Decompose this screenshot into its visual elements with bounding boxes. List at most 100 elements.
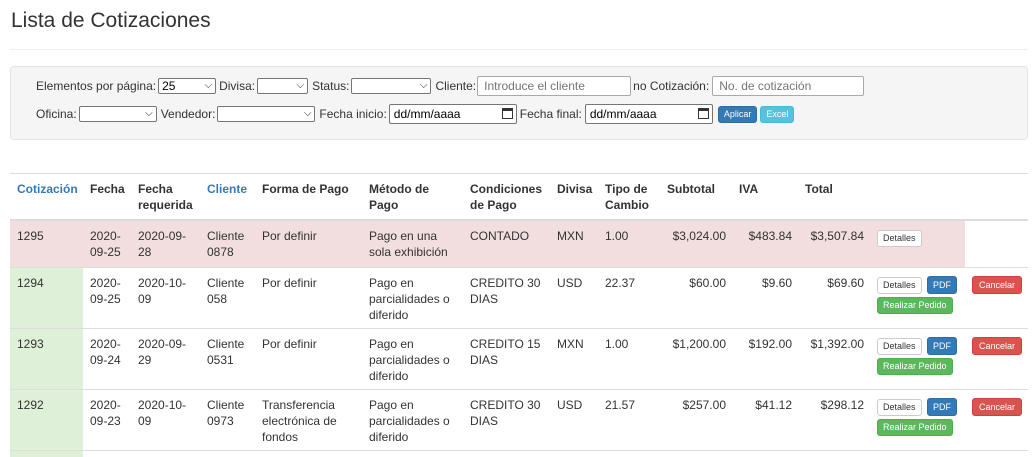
cell-forma-pago: Por definir [262,229,317,243]
no-cotizacion-input[interactable] [712,76,865,96]
header-condiciones: Condiciones de Pago [470,182,543,212]
chevron-down-icon: ⌵ [419,80,428,91]
excel-button[interactable]: Excel [760,105,795,123]
aplicar-button[interactable]: Aplicar [717,105,758,123]
cell-fecha-requerida: 2020-10- 09 [138,276,187,306]
header-cotizacion[interactable]: Cotización [17,181,78,197]
cliente-label: Cliente: [435,79,477,93]
header-fecha-requerida: Fecha requerida [138,182,193,212]
header-total: Total [805,182,833,196]
table-header: Cotización Fecha Fecha requerida Cliente… [10,173,1028,221]
table-row: 1293 2020- 09-24 2020-09- 29 Cliente 0531 P… [10,329,1028,390]
no-cotizacion-label: no Cotización: [633,79,710,93]
cell-fecha: 2020- 09-24 [90,337,121,367]
cell-cliente: Cliente 0878 [207,229,245,259]
cell-divisa: USD [557,276,583,290]
detalles-button[interactable]: Detalles [877,230,922,247]
realizar-pedido-button[interactable]: Realizar Pedido [877,358,953,375]
cell-fecha-requerida: 2020-10- 09 [138,398,187,428]
cell-cotizacion: 1292 [17,398,44,412]
pdf-button[interactable]: PDF [927,337,957,355]
filter-row-1: Elementos por página: 25 ⌵ Divisa: ⌵ Sta… [36,76,865,96]
fecha-final-label: Fecha final: [519,107,582,121]
cell-cotizacion: 1294 [17,276,44,290]
cell-tipo-cambio: 21.57 [605,398,636,412]
per-page-select[interactable]: 25 ⌵ [158,78,217,94]
chevron-down-icon: ⌵ [303,108,312,119]
cell-forma-pago: Por definir [262,337,317,351]
cell-fecha: 2020- 09-23 [90,398,121,428]
chevron-down-icon: ⌵ [145,108,153,119]
cell-fecha-requerida: 2020-09- 29 [138,337,187,367]
calendar-icon[interactable] [697,108,709,119]
realizar-pedido-button[interactable]: Realizar Pedido [877,419,953,436]
detalles-button[interactable]: Detalles [877,399,922,416]
detalles-button[interactable]: Detalles [877,277,922,294]
cell-forma-pago: Por definir [262,276,317,290]
cell-iva: $41.12 [755,398,792,412]
header-metodo-pago: Método de Pago [369,182,429,212]
cell-total: $3,507.84 [810,229,864,243]
cell-subtotal: $60.00 [689,276,726,290]
divisa-select[interactable]: ⌵ [257,78,309,94]
header-iva: IVA [739,182,759,196]
status-label: Status: [312,79,350,93]
cell-condiciones: CREDITO 30 DIAS [470,276,541,306]
cell-subtotal: $1,200.00 [672,337,726,351]
cell-divisa: MXN [557,337,584,351]
header-forma-pago: Forma de Pago [262,182,349,196]
fecha-inicio-input[interactable]: dd/mm/aaaa [388,104,517,124]
chevron-down-icon: ⌵ [204,80,213,91]
fecha-inicio-label: Fecha inicio: [319,107,387,121]
cell-metodo-pago: Pago en parcialidades o diferido [369,398,450,444]
header-fecha: Fecha [90,182,125,196]
cell-subtotal: $257.00 [682,398,726,412]
vendedor-select[interactable]: ⌵ [217,106,316,122]
cell-metodo-pago: Pago en parcialidades o diferido [369,337,450,383]
header-subtotal: Subtotal [667,182,715,196]
pdf-button[interactable]: PDF [927,276,957,294]
cell-cotizacion: 1293 [17,337,44,351]
divisa-label: Divisa: [219,79,256,93]
fecha-final-input[interactable]: dd/mm/aaaa [584,104,713,124]
cell-tipo-cambio: 22.37 [605,276,636,290]
per-page-label: Elementos por página: [36,79,157,93]
filter-row-2: Oficina: ⌵ Vendedor: ⌵ Fecha inicio: dd/… [36,104,795,124]
cell-cliente: Cliente 0973 [207,398,245,428]
cell-iva: $192.00 [748,337,792,351]
cell-metodo-pago: Pago en una sola exhibición [369,229,448,259]
cell-condiciones: CREDITO 30 DIAS [470,398,541,428]
table-row: 1294 2020- 09-25 2020-10- 09 Cliente 058 Po… [10,268,1028,329]
cell-condiciones: CONTADO [470,229,530,243]
pdf-button[interactable]: PDF [927,398,957,416]
cliente-input[interactable] [477,76,632,96]
cell-tipo-cambio: 1.00 [605,229,629,243]
cell-forma-pago: Transferencia electrónica de fondos [262,398,337,444]
row-status-highlight [10,451,83,457]
page-title: Lista de Cotizaciones [11,9,211,32]
cell-total: $69.60 [827,276,864,290]
oficina-label: Oficina: [36,107,77,121]
cell-tipo-cambio: 1.00 [605,337,629,351]
oficina-select[interactable]: ⌵ [78,106,157,122]
cell-cotizacion: 1295 [17,229,44,243]
header-cliente[interactable]: Cliente [207,181,247,197]
table-row: 1295 2020- 09-25 2020-09- 28 Cliente 0878 P… [10,221,1028,268]
cell-metodo-pago: Pago en parcialidades o diferido [369,276,450,322]
header-tipo-cambio: Tipo de Cambio [605,182,650,212]
cell-subtotal: $3,024.00 [672,229,726,243]
realizar-pedido-button[interactable]: Realizar Pedido [877,297,953,314]
filter-panel: Elementos por página: 25 ⌵ Divisa: ⌵ Sta… [10,66,1028,140]
cell-divisa: MXN [557,229,584,243]
detalles-button[interactable]: Detalles [877,338,922,355]
cell-total: $1,392.00 [810,337,864,351]
cancelar-button[interactable]: Cancelar [972,337,1022,355]
cancelar-button[interactable]: Cancelar [972,276,1022,294]
cell-cliente: Cliente 0531 [207,337,245,367]
calendar-icon[interactable] [501,108,513,119]
cancelar-button[interactable]: Cancelar [972,398,1022,416]
cell-iva: $9.60 [761,276,792,290]
header-divisa: Divisa [557,182,593,196]
cell-condiciones: CREDITO 15 DIAS [470,337,541,367]
status-select[interactable]: ⌵ [351,78,432,94]
